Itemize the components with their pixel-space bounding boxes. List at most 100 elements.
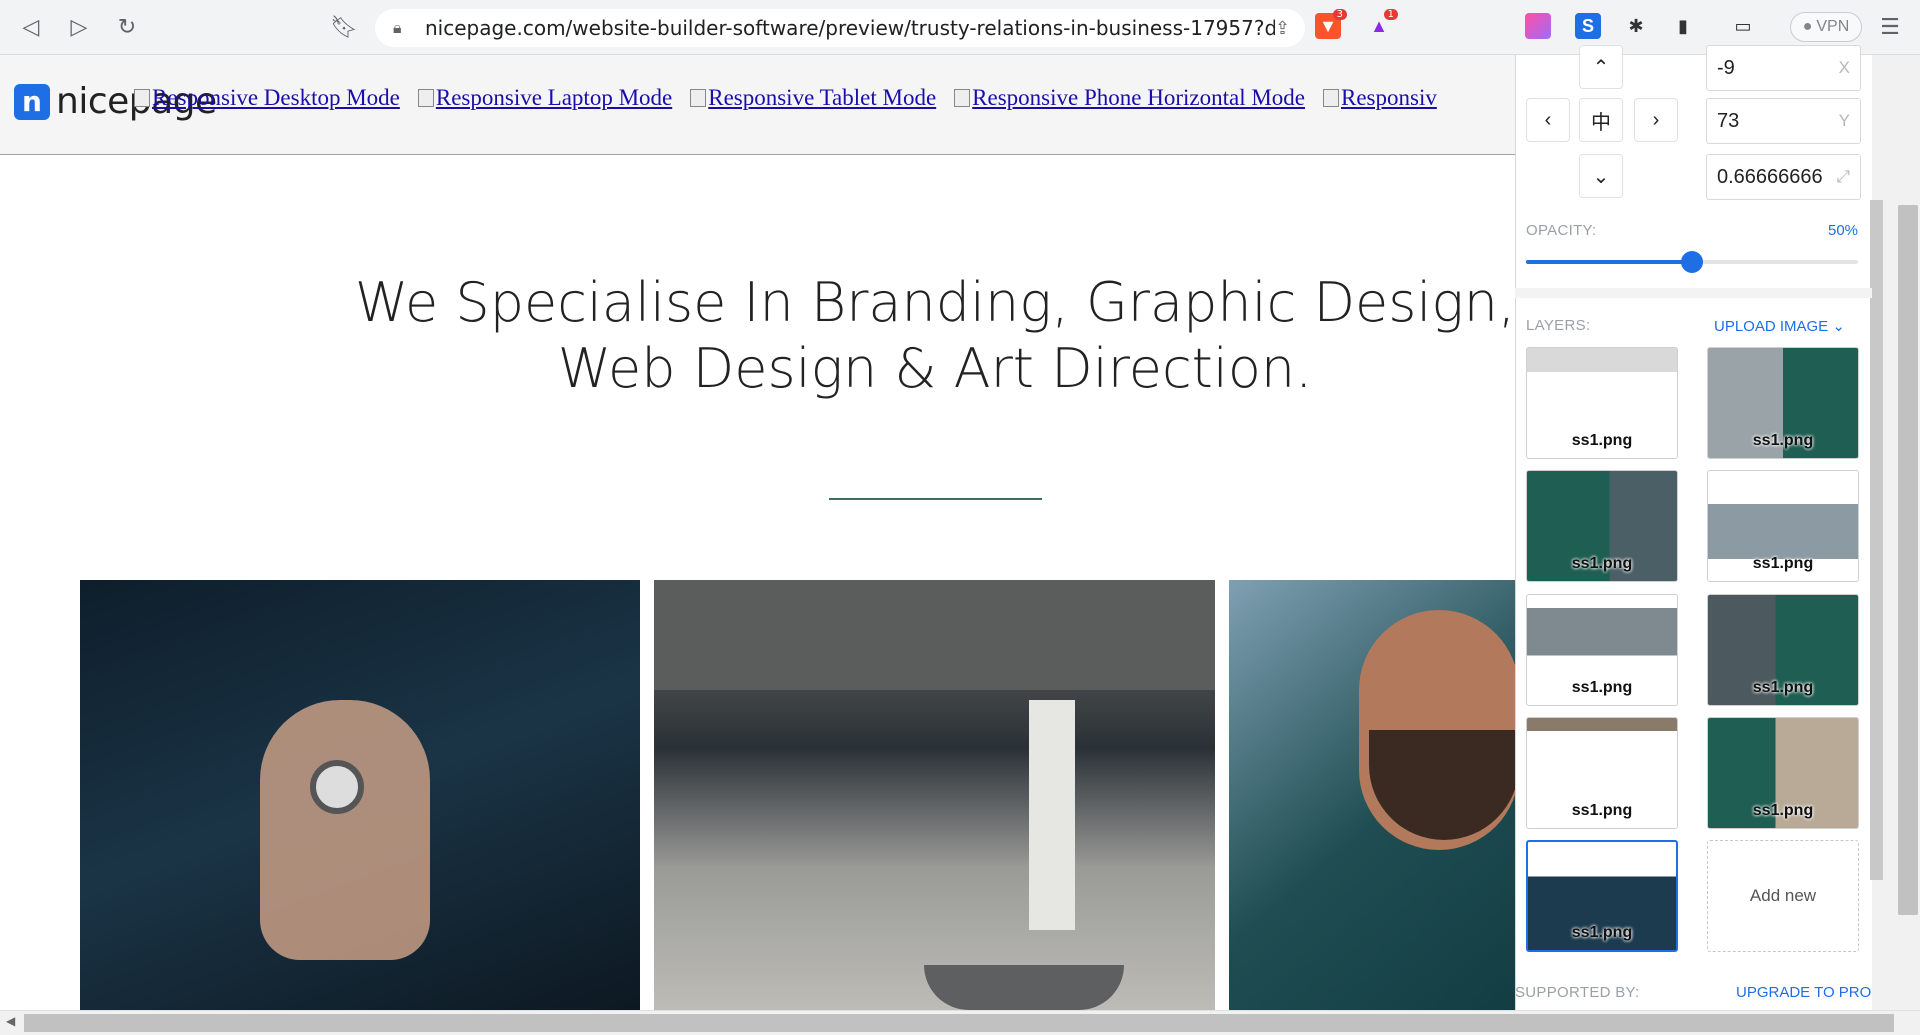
mode-label: Responsive Desktop Mode xyxy=(152,85,400,110)
share-icon[interactable]: ⇪ xyxy=(1275,18,1305,39)
layer-thumbnail[interactable]: ss1.png xyxy=(1707,594,1859,706)
move-left-button[interactable]: ‹ xyxy=(1526,98,1570,142)
forward-icon[interactable]: ▷ xyxy=(64,12,94,42)
broken-image-icon xyxy=(690,89,707,107)
supported-by-label: SUPPORTED BY: xyxy=(1515,984,1640,1001)
y-position-field[interactable]: 73 Y xyxy=(1706,98,1861,144)
layer-thumbnail[interactable]: ss1.png xyxy=(1526,347,1678,459)
x-position-field[interactable]: -9 X xyxy=(1706,45,1861,91)
layer-thumbnail[interactable]: ss1.png xyxy=(1526,594,1678,706)
photo-building xyxy=(654,580,1215,1010)
layer-thumbnail-selected[interactable]: ss1.png xyxy=(1526,840,1678,952)
mode-link-phone[interactable]: Responsiv xyxy=(1323,85,1437,111)
chevron-down-icon: ⌄ xyxy=(1832,318,1845,335)
logo-mark-icon: n xyxy=(14,83,50,120)
mode-label: Responsive Phone Horizontal Mode xyxy=(972,85,1305,110)
opacity-value: 50% xyxy=(1828,222,1859,239)
address-bar[interactable]: 🔒︎ nicepage.com/website-builder-software… xyxy=(375,9,1305,47)
layer-thumbnail[interactable]: ss1.png xyxy=(1707,470,1859,582)
photo-watch xyxy=(80,580,640,1010)
reload-icon[interactable]: ↻ xyxy=(112,12,142,42)
center-icon: 中 xyxy=(1591,111,1611,134)
chevron-right-icon: › xyxy=(1652,108,1660,131)
move-down-button[interactable]: ⌄ xyxy=(1579,154,1623,198)
back-icon[interactable]: ◁ xyxy=(16,12,46,42)
layer-caption: ss1.png xyxy=(1752,802,1814,819)
add-new-layer-button[interactable]: Add new xyxy=(1707,840,1859,952)
panel-separator xyxy=(1515,288,1872,298)
wallet-icon[interactable]: ▭ xyxy=(1730,13,1756,39)
resize-icon: ⤢ xyxy=(1836,167,1850,186)
layer-thumbnail[interactable]: ss1.png xyxy=(1526,470,1678,582)
upload-label: UPLOAD IMAGE xyxy=(1714,318,1829,335)
scale-field[interactable]: 0.66666666 ⤢ xyxy=(1706,154,1861,200)
panel-scrollbar-thumb[interactable] xyxy=(1898,205,1918,915)
layer-thumbnail[interactable]: ss1.png xyxy=(1707,717,1859,829)
horizontal-scrollbar-thumb[interactable] xyxy=(24,1014,1894,1032)
add-new-label: Add new xyxy=(1749,886,1817,905)
scale-value: 0.66666666 xyxy=(1717,165,1823,188)
headline-line-1: We Specialise In Branding, Graphic Desig… xyxy=(354,271,1515,334)
y-axis-label: Y xyxy=(1838,111,1850,130)
menu-icon[interactable]: ☰ xyxy=(1875,12,1905,42)
opacity-label: OPACITY: xyxy=(1526,222,1597,239)
move-up-button[interactable]: ⌃ xyxy=(1579,45,1623,89)
brave-shield-icon[interactable]: ▼ 3 xyxy=(1315,9,1347,39)
upgrade-to-pro-link[interactable]: UPGRADE TO PRO xyxy=(1736,984,1871,1001)
mode-link-desktop[interactable]: Responsive Desktop Mode xyxy=(134,85,400,111)
roof-shape xyxy=(654,580,1215,690)
layer-caption: ss1.png xyxy=(1752,679,1814,696)
chevron-down-icon: ⌄ xyxy=(1592,165,1610,188)
chevron-left-icon: ‹ xyxy=(1544,108,1552,131)
x-value: -9 xyxy=(1717,56,1735,79)
brave-rewards-icon[interactable]: ▲ 1 xyxy=(1366,9,1398,39)
layer-thumbnail[interactable]: ss1.png xyxy=(1707,347,1859,459)
layers-label: LAYERS: xyxy=(1526,317,1591,334)
layer-thumbnail[interactable]: ss1.png xyxy=(1526,717,1678,829)
layer-caption: ss1.png xyxy=(1571,432,1633,449)
center-button[interactable]: 中 xyxy=(1579,98,1623,142)
scroll-left-icon[interactable]: ◀ xyxy=(6,1014,15,1028)
x-axis-label: X xyxy=(1838,58,1850,77)
broken-image-icon xyxy=(134,89,150,107)
headline-line-2: Web Design & Art Direction. xyxy=(557,337,1313,400)
browser-toolbar: ◁ ▷ ↻ 🔖︎ 🔒︎ nicepage.com/website-builder… xyxy=(0,0,1920,55)
upload-image-button[interactable]: UPLOAD IMAGE ⌄ xyxy=(1714,317,1845,335)
brave-badge: 3 xyxy=(1332,9,1347,20)
headline-divider xyxy=(829,498,1042,500)
watch-shape xyxy=(310,760,364,814)
layer-caption: ss1.png xyxy=(1571,924,1633,941)
pillar-shape xyxy=(1029,700,1075,930)
mode-label: Responsive Laptop Mode xyxy=(435,85,673,110)
panel-inner-scrollbar[interactable] xyxy=(1870,200,1883,880)
responsive-mode-links: Responsive Desktop Mode Responsive Lapto… xyxy=(134,85,1437,111)
mode-label: Responsiv xyxy=(1341,85,1437,110)
layer-caption: ss1.png xyxy=(1571,802,1633,819)
rewards-badge: 1 xyxy=(1383,9,1398,20)
color-extension-icon[interactable] xyxy=(1525,13,1551,39)
mode-link-phone-horizontal[interactable]: Responsive Phone Horizontal Mode xyxy=(954,85,1305,111)
opacity-slider[interactable] xyxy=(1526,251,1858,273)
page-headline: We Specialise In Branding, Graphic Desig… xyxy=(330,270,1515,402)
layer-caption: ss1.png xyxy=(1752,555,1814,572)
move-right-button[interactable]: › xyxy=(1634,98,1678,142)
lock-icon: 🔒︎ xyxy=(393,18,402,37)
hand-shape xyxy=(260,700,430,960)
url-text[interactable]: nicepage.com/website-builder-software/pr… xyxy=(425,16,1275,40)
puzzle-icon[interactable]: ✱ xyxy=(1623,13,1649,39)
horizontal-scrollbar[interactable]: ◀ xyxy=(0,1010,1920,1035)
s-extension-icon[interactable]: S xyxy=(1575,13,1601,39)
sidebar-icon[interactable]: ▮ xyxy=(1670,13,1696,39)
opacity-slider-thumb[interactable] xyxy=(1681,251,1703,273)
broken-image-icon xyxy=(1323,89,1339,107)
mode-label: Responsive Tablet Mode xyxy=(708,85,937,110)
broken-image-icon xyxy=(954,89,971,107)
chevron-up-icon: ⌃ xyxy=(1592,56,1610,79)
vpn-button[interactable]: ● VPN xyxy=(1790,12,1862,42)
planter-shape xyxy=(924,965,1124,1010)
mode-link-laptop[interactable]: Responsive Laptop Mode xyxy=(417,85,673,111)
y-value: 73 xyxy=(1717,109,1740,132)
mode-link-tablet[interactable]: Responsive Tablet Mode xyxy=(690,85,936,111)
web-page: n nicepage Responsive Desktop Mode Respo… xyxy=(0,55,1515,1010)
bookmark-icon[interactable]: 🔖︎ xyxy=(330,14,358,40)
